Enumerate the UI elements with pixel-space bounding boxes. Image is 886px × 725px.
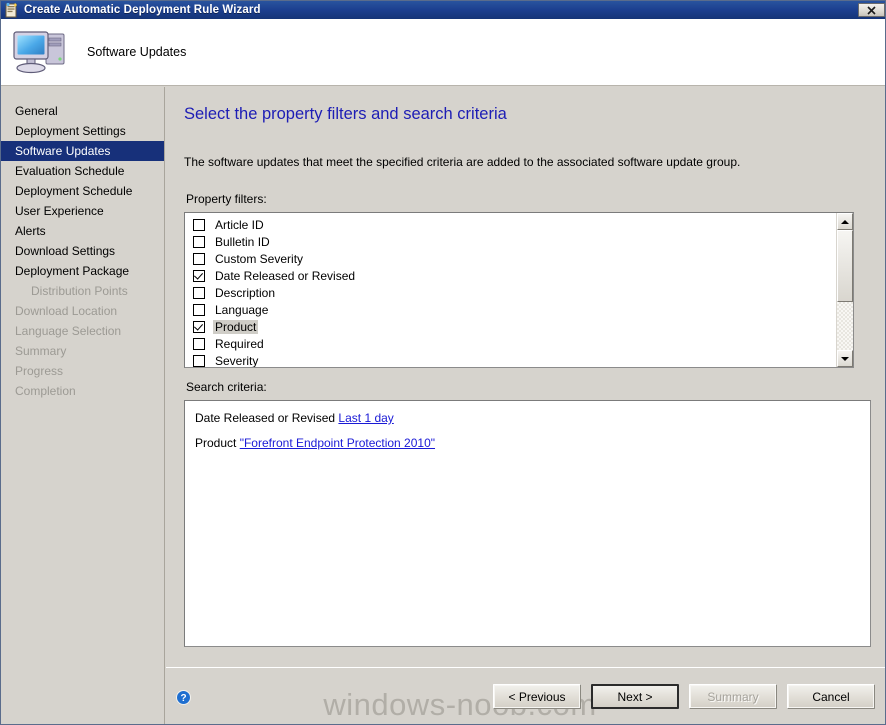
window-title: Create Automatic Deployment Rule Wizard	[24, 4, 261, 16]
sidebar-item-evaluation-schedule[interactable]: Evaluation Schedule	[1, 161, 164, 181]
property-filter-label: Severity	[215, 353, 259, 368]
checkbox-product[interactable]	[193, 320, 205, 333]
sidebar-item-deployment-settings[interactable]: Deployment Settings	[1, 121, 164, 141]
checkbox-severity[interactable]	[193, 354, 205, 367]
property-filter-label: Product	[213, 319, 259, 334]
page-description: The software updates that meet the speci…	[184, 155, 741, 169]
search-criteria-label: Search criteria:	[186, 380, 267, 394]
property-filter-label: Language	[215, 302, 269, 317]
sidebar-item-general[interactable]: General	[1, 101, 164, 121]
search-criteria-box[interactable]: Date Released or Revised Last 1 day Produ…	[184, 400, 871, 647]
sidebar-item-distribution-points: Distribution Points	[31, 284, 128, 298]
wizard-button-row: < Previous Next > Summary Cancel	[493, 684, 875, 709]
checkbox-description[interactable]	[193, 286, 205, 299]
svg-text:?: ?	[180, 693, 186, 704]
sidebar-item-deployment-schedule[interactable]: Deployment Schedule	[1, 181, 164, 201]
wizard-footer: ? windows-noob.com < Previous Next > Summa…	[166, 667, 885, 724]
computer-monitor-icon	[11, 26, 73, 78]
scroll-up-icon[interactable]	[837, 213, 853, 230]
property-filter-row[interactable]: Required	[185, 335, 836, 352]
property-filter-row[interactable]: Product	[185, 318, 836, 335]
title-bar: Create Automatic Deployment Rule Wizard	[1, 1, 885, 19]
property-filter-label: Custom Severity	[215, 251, 304, 266]
property-filters-scrollbar[interactable]	[836, 213, 853, 367]
property-filter-label: Bulletin ID	[215, 234, 270, 249]
page-title: Select the property filters and search c…	[184, 105, 507, 123]
scrollbar-track[interactable]	[837, 230, 853, 350]
property-filter-row[interactable]: Bulletin ID	[185, 233, 836, 250]
checkbox-custom-severity[interactable]	[193, 252, 205, 265]
sidebar-item-deployment-package[interactable]: Deployment Package	[1, 261, 164, 281]
property-filter-row[interactable]: Severity	[185, 352, 836, 367]
sidebar-item-summary: Summary	[15, 344, 67, 358]
sidebar-item-download-location: Download Location	[15, 304, 118, 318]
scrollbar-thumb[interactable]	[837, 230, 853, 302]
search-criteria-row: Date Released or Revised Last 1 day	[195, 411, 870, 425]
search-criteria-row: Product "Forefront Endpoint Protection 2…	[195, 436, 870, 450]
scroll-down-icon[interactable]	[837, 350, 853, 367]
wizard-app-icon	[4, 2, 20, 18]
search-criteria-prefix: Product	[195, 436, 240, 450]
property-filter-label: Required	[215, 336, 264, 351]
property-filter-row[interactable]: Language	[185, 301, 836, 318]
search-criteria-link[interactable]: "Forefront Endpoint Protection 2010"	[240, 436, 435, 450]
property-filter-row[interactable]: Article ID	[185, 216, 836, 233]
property-filter-label: Article ID	[215, 217, 264, 232]
sidebar-item-progress: Progress	[15, 364, 64, 378]
header-title: Software Updates	[87, 45, 187, 59]
sidebar-item-language-selection: Language Selection	[15, 324, 122, 338]
help-question-icon[interactable]: ?	[176, 690, 191, 705]
search-criteria-link[interactable]: Last 1 day	[338, 411, 393, 425]
wizard-header: Software Updates	[1, 19, 885, 86]
cancel-button[interactable]: Cancel	[787, 684, 875, 709]
checkbox-language[interactable]	[193, 303, 205, 316]
checkbox-required[interactable]	[193, 337, 205, 350]
main-content: Select the property filters and search c…	[166, 87, 885, 667]
wizard-window: Create Automatic Deployment Rule Wizard	[0, 0, 886, 725]
checkbox-date-released-or-revised[interactable]	[193, 269, 205, 282]
property-filter-label: Description	[215, 285, 276, 300]
sidebar-item-download-settings[interactable]: Download Settings	[1, 241, 164, 261]
next-button[interactable]: Next >	[591, 684, 679, 709]
sidebar-item-completion: Completion	[15, 384, 76, 398]
property-filter-label: Date Released or Revised	[215, 268, 356, 283]
sidebar-item-user-experience[interactable]: User Experience	[1, 201, 164, 221]
property-filter-row[interactable]: Custom Severity	[185, 250, 836, 267]
sidebar-item-alerts[interactable]: Alerts	[1, 221, 164, 241]
search-criteria-prefix: Date Released or Revised	[195, 411, 339, 425]
property-filter-row[interactable]: Description	[185, 284, 836, 301]
checkbox-bulletin-id[interactable]	[193, 235, 205, 248]
checkbox-article-id[interactable]	[193, 218, 205, 231]
property-filter-row[interactable]: Date Released or Revised	[185, 267, 836, 284]
sidebar-item-software-updates[interactable]: Software Updates	[1, 141, 164, 161]
previous-button[interactable]: < Previous	[493, 684, 581, 709]
property-filters-listbox[interactable]: Article ID Bulletin ID Custom Severity Date…	[184, 212, 854, 368]
wizard-step-nav: General Deployment Settings Software Updat…	[1, 87, 165, 724]
property-filters-label: Property filters:	[186, 192, 267, 206]
close-icon[interactable]	[858, 3, 885, 17]
summary-button: Summary	[689, 684, 777, 709]
property-filters-items: Article ID Bulletin ID Custom Severity Date…	[185, 213, 836, 367]
